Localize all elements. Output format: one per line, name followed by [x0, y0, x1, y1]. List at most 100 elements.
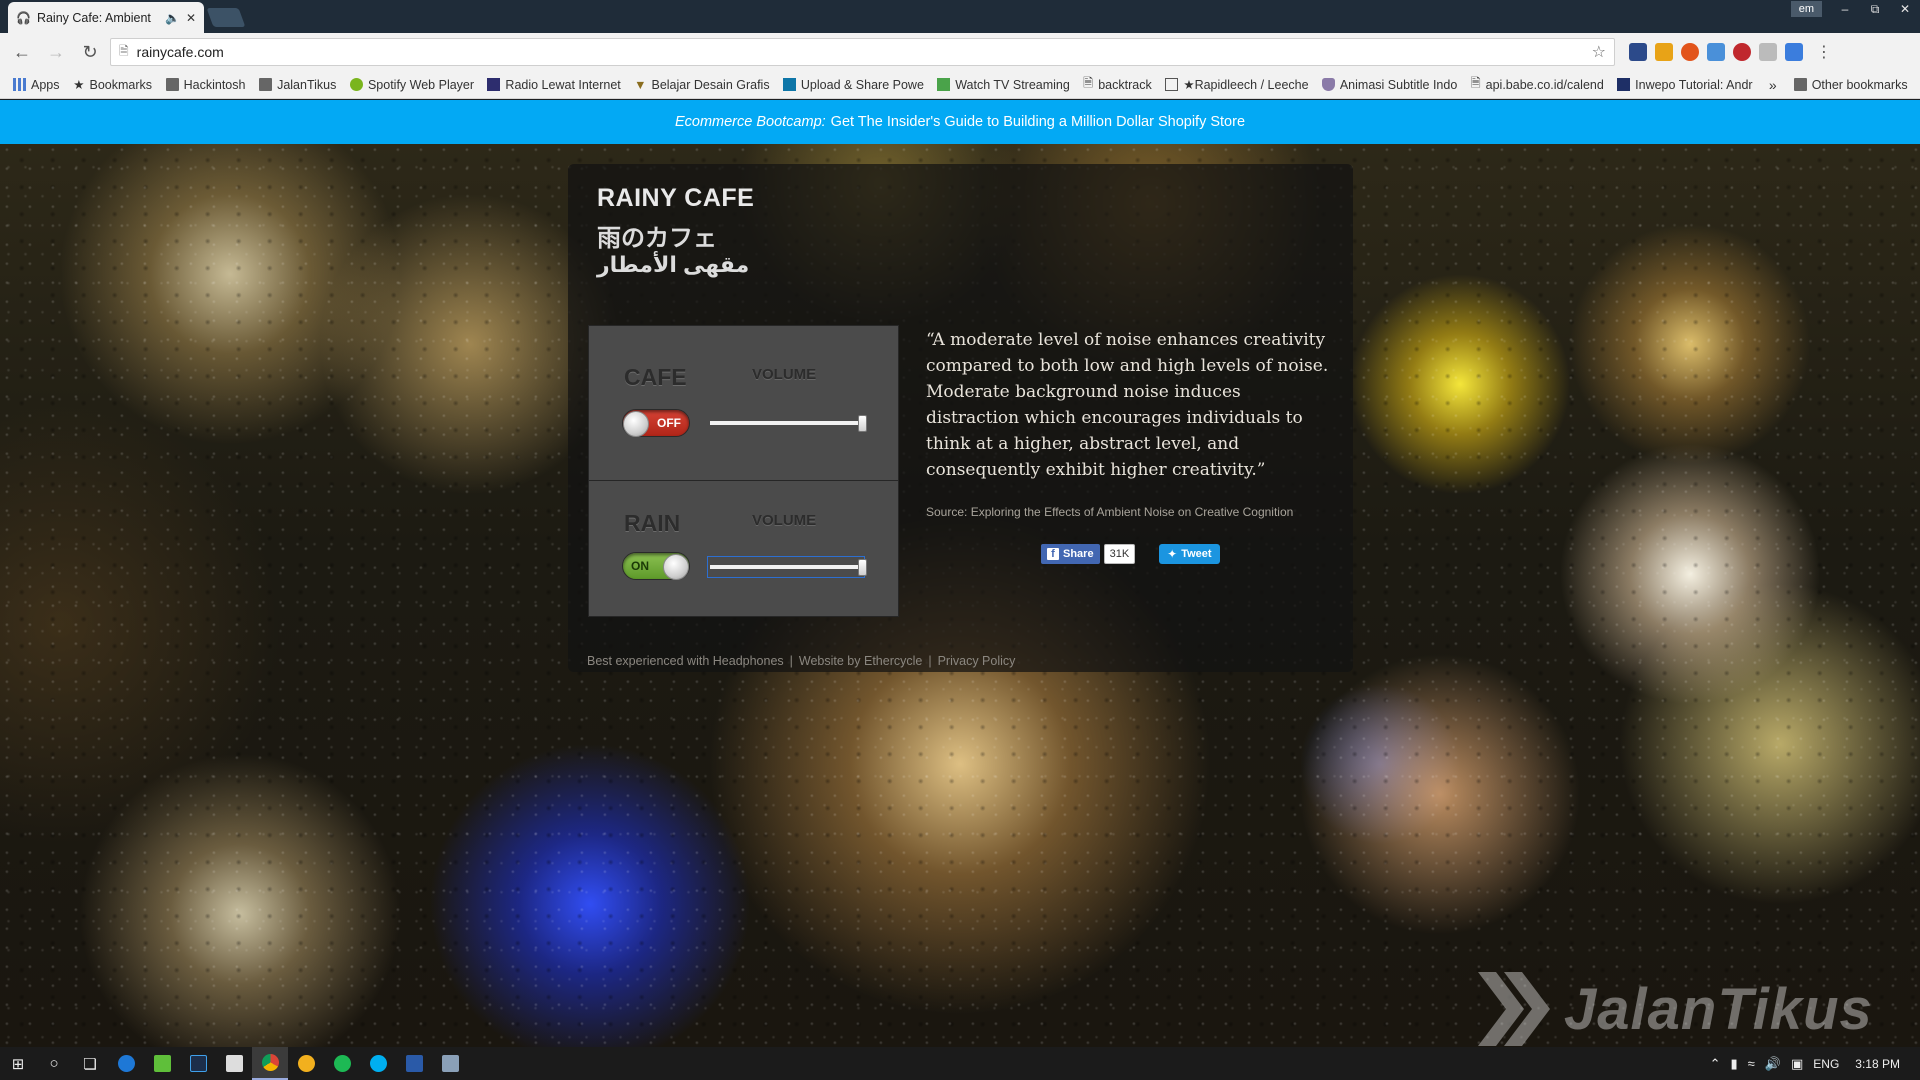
jalantikus-watermark: JalanTikus [1478, 972, 1873, 1046]
bookmark-star-icon[interactable]: ☆ [1592, 42, 1606, 62]
windows-start-icon[interactable]: ⊞ [0, 1047, 36, 1080]
speaker-icon[interactable]: 🔈 [165, 11, 180, 25]
menu-icon[interactable]: ⋮ [1815, 42, 1833, 62]
browser-toolbar: ← → ↻ 🗎 rainycafe.com ☆ ⋮ [0, 33, 1920, 71]
bookmark-item[interactable]: Radio Lewat Internet [480, 78, 627, 92]
extension-icon[interactable] [1707, 43, 1725, 61]
page-background: RAINY CAFE 雨のカフェ مقهى الأمطار CAFE VOLUM… [0, 144, 1920, 1047]
bookmark-item[interactable]: Inwepo Tutorial: Andr [1610, 78, 1759, 92]
site-title: RAINY CAFE [597, 184, 755, 212]
slider-thumb[interactable] [858, 415, 867, 432]
wifi-icon[interactable]: ≈ [1748, 1056, 1755, 1071]
bookmark-label: backtrack [1098, 77, 1152, 92]
bookmark-label: Radio Lewat Internet [505, 77, 621, 92]
facebook-icon: f [1047, 548, 1059, 560]
notification-icon[interactable]: ▣ [1791, 1056, 1803, 1072]
apps-grid-icon [13, 78, 26, 91]
bookmark-label: Spotify Web Player [367, 77, 475, 92]
taskbar-clock[interactable]: 3:18 PM [1849, 1057, 1906, 1071]
browser-tab[interactable]: 🎧 Rainy Cafe: Ambient 🔈 ✕ [8, 2, 204, 33]
task-view-icon[interactable]: ❏ [72, 1047, 108, 1080]
new-tab-button[interactable] [206, 8, 246, 27]
back-icon[interactable]: ← [8, 38, 36, 66]
tweet-label: Tweet [1181, 548, 1212, 560]
store-icon[interactable] [216, 1047, 252, 1080]
url-text[interactable]: rainycafe.com [137, 44, 1584, 60]
bookmark-item[interactable]: 🗎 backtrack [1076, 74, 1158, 95]
extension-icon[interactable] [1681, 43, 1699, 61]
cafe-label: CAFE [624, 364, 687, 390]
rain-toggle[interactable]: ON [622, 552, 690, 580]
close-window-icon[interactable]: ✕ [1890, 2, 1920, 16]
extension-icon[interactable] [1655, 43, 1673, 61]
star-icon: ★ [73, 78, 85, 92]
close-tab-icon[interactable]: ✕ [186, 11, 196, 25]
footer-headphones-link[interactable]: Best experienced with Headphones [587, 654, 784, 668]
bookmark-item[interactable]: Watch TV Streaming [930, 78, 1076, 92]
footer-separator: | [789, 654, 793, 668]
extension-icon[interactable] [1629, 43, 1647, 61]
design-icon: ▼ [634, 77, 647, 92]
forward-icon[interactable]: → [42, 38, 70, 66]
app-icon[interactable] [396, 1047, 432, 1080]
bookmark-item[interactable]: ★ Bookmarks [66, 77, 158, 93]
promo-banner[interactable]: Ecommerce Bootcamp: Get The Insider's Gu… [0, 100, 1920, 144]
page-icon: 🗎 [119, 43, 129, 58]
bookmark-item[interactable]: ▼ Belajar Desain Grafis [627, 78, 776, 92]
linkedin-icon [782, 78, 796, 91]
quote-source[interactable]: Source: Exploring the Effects of Ambient… [926, 505, 1293, 519]
bookmark-label: Bookmarks [89, 77, 153, 92]
extension-icon[interactable] [1785, 43, 1803, 61]
facebook-share-button[interactable]: f Share [1041, 544, 1100, 564]
cortana-icon[interactable]: ○ [36, 1047, 72, 1080]
reload-icon[interactable]: ↻ [76, 38, 104, 66]
profile-button[interactable]: em [1790, 1, 1822, 17]
bookmark-folder[interactable]: JalanTikus [252, 78, 343, 92]
chevron-up-icon[interactable]: ⌃ [1710, 1056, 1721, 1072]
other-bookmarks[interactable]: Other bookmarks [1787, 78, 1914, 92]
restore-icon[interactable]: ⧉ [1860, 2, 1890, 17]
bookmark-item[interactable]: 🗎 api.babe.co.id/calend [1464, 74, 1611, 95]
extension-icon[interactable] [1733, 43, 1751, 61]
skype-icon[interactable] [360, 1047, 396, 1080]
slider-thumb[interactable] [858, 559, 867, 576]
windows-taskbar: ⊞ ○ ❏ ⌃ ▮ ≈ 🔊 ▣ ENG 3:18 PM [0, 1047, 1920, 1080]
bookmark-item[interactable]: Spotify Web Player [343, 78, 480, 92]
edge-icon[interactable] [108, 1047, 144, 1080]
spotify-taskbar-icon[interactable] [324, 1047, 360, 1080]
footer-privacy-link[interactable]: Privacy Policy [938, 654, 1016, 668]
photoshop-icon[interactable] [180, 1047, 216, 1080]
cafe-volume-slider[interactable] [710, 415, 867, 432]
tweet-button[interactable]: ✦ Tweet [1159, 544, 1220, 564]
footer-ethercycle-link[interactable]: Website by Ethercycle [799, 654, 922, 668]
toggle-knob [663, 554, 689, 580]
bookmark-item[interactable]: Animasi Subtitle Indo [1315, 78, 1464, 92]
bookmark-label: JalanTikus [277, 77, 337, 92]
bookmark-item[interactable]: Upload & Share Powe [776, 78, 930, 92]
footer-links: Best experienced with Headphones | Website… [587, 654, 1015, 668]
minimize-icon[interactable]: – [1830, 2, 1860, 16]
system-tray: ⌃ ▮ ≈ 🔊 ▣ ENG 3:18 PM [1710, 1056, 1920, 1072]
bookmark-folder[interactable]: Hackintosh [159, 78, 252, 92]
address-bar[interactable]: 🗎 rainycafe.com ☆ [110, 38, 1615, 66]
cafe-control: CAFE VOLUME OFF [588, 325, 899, 481]
rain-volume-slider[interactable] [707, 556, 867, 578]
extension-icon[interactable] [1759, 43, 1777, 61]
language-indicator[interactable]: ENG [1813, 1057, 1839, 1071]
bookmark-apps[interactable]: Apps [6, 78, 66, 92]
cafe-toggle[interactable]: OFF [622, 409, 690, 437]
battery-icon[interactable]: ▮ [1731, 1056, 1738, 1072]
twitter-bird-icon: ✦ [1167, 547, 1178, 561]
toggle-state-label: OFF [657, 416, 681, 430]
facebook-share-label: Share [1063, 548, 1094, 560]
tab-title: Rainy Cafe: Ambient [36, 10, 151, 25]
rain-volume-label: VOLUME [752, 512, 817, 529]
bookmark-item[interactable]: ★Rapidleech / Leeche [1158, 77, 1314, 92]
emoji-app-icon[interactable] [288, 1047, 324, 1080]
volume-icon[interactable]: 🔊 [1765, 1056, 1781, 1072]
app-icon[interactable] [144, 1047, 180, 1080]
main-panel: RAINY CAFE 雨のカフェ مقهى الأمطار CAFE VOLUM… [568, 164, 1353, 672]
app-icon[interactable] [432, 1047, 468, 1080]
chrome-icon[interactable] [252, 1047, 288, 1080]
bookmarks-overflow-button[interactable]: » [1759, 77, 1787, 93]
